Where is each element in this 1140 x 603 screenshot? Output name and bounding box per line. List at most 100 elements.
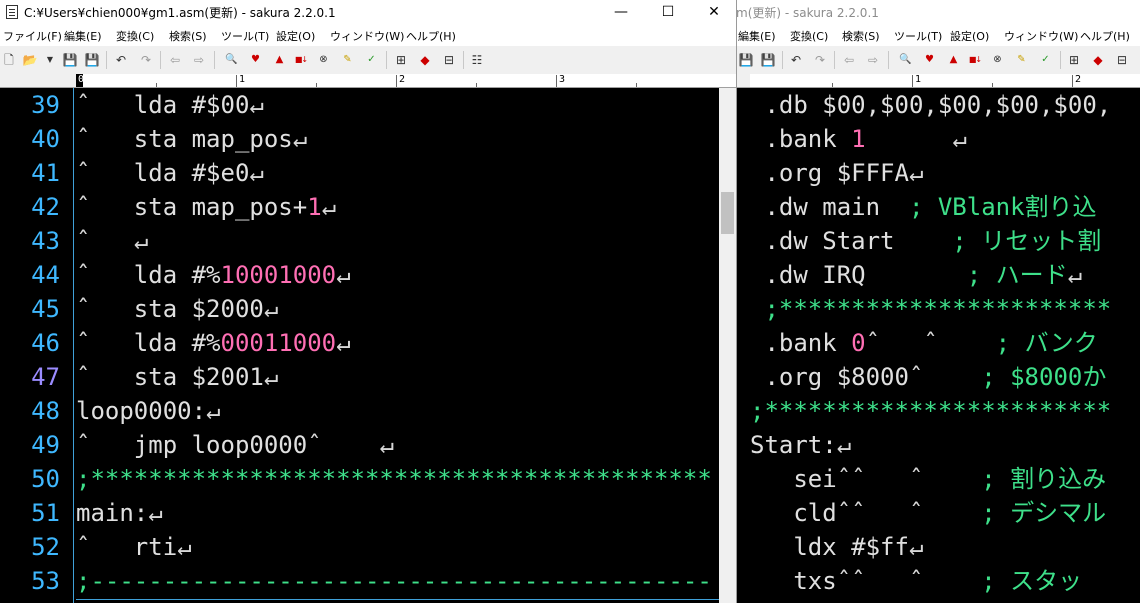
- menu-window[interactable]: ウィンドウ(W): [1004, 28, 1078, 44]
- menu-search[interactable]: 検索(S): [842, 28, 880, 44]
- menu-help[interactable]: ヘルプ(H): [1080, 28, 1130, 44]
- code-comment: ; ハード: [966, 261, 1068, 289]
- title-bar[interactable]: m(更新) - sakura 2.2.0.1: [736, 0, 1140, 24]
- code-line[interactable]: 52 ˆ rti↵: [0, 530, 719, 564]
- code-line[interactable]: 53 ;-------------------------------------…: [0, 564, 719, 598]
- menu-file[interactable]: ファイル(F): [3, 28, 62, 44]
- editor-window-left: C:¥Users¥chien000¥gm1.asm(更新) - sakura 2…: [0, 0, 736, 603]
- back-icon[interactable]: ⇦: [167, 52, 183, 68]
- line-number: 42: [31, 193, 60, 221]
- code-text: rti: [90, 533, 178, 561]
- whitespace-mark: ↵: [1067, 261, 1083, 289]
- new-file-icon[interactable]: 🗋: [1, 52, 17, 68]
- code-content: ˆ sta map_pos+1↵: [76, 190, 336, 224]
- bookmark-icon[interactable]: ◆: [417, 52, 433, 68]
- back-icon[interactable]: ⇦: [841, 52, 857, 68]
- compare-icon[interactable]: ⊟: [1114, 52, 1130, 68]
- save-all-icon[interactable]: 💾: [760, 52, 776, 68]
- outline-icon[interactable]: ⊞: [1066, 52, 1082, 68]
- outline-icon[interactable]: ⊞: [393, 52, 409, 68]
- search-highlight-icon[interactable]: ✎: [1011, 52, 1031, 68]
- code-text: sta map_pos+: [90, 193, 308, 221]
- redo-icon[interactable]: ↷: [138, 52, 154, 68]
- cursor-line-underline: [76, 599, 719, 600]
- code-text: lda #$e0: [90, 159, 250, 187]
- grep-icon[interactable]: ✓: [361, 52, 381, 68]
- vertical-scrollbar[interactable]: [719, 88, 736, 603]
- ruler-label: 1: [239, 74, 246, 85]
- grep-icon[interactable]: ✓: [1035, 52, 1055, 68]
- code-text: lda #%: [90, 261, 221, 289]
- search-next-icon[interactable]: ♥: [919, 52, 939, 68]
- code-number: 00011000: [220, 329, 337, 357]
- code-text: jmp loop0000: [90, 431, 308, 459]
- close-button[interactable]: ✕: [691, 0, 736, 24]
- whitespace-mark: ↵: [336, 261, 351, 289]
- code-content: seiˆˆ ˆ ; 割り込み: [750, 462, 1106, 496]
- bookmark-prev-icon[interactable]: ■↓: [965, 52, 985, 68]
- bookmark-icon[interactable]: ◆: [1090, 52, 1106, 68]
- replace-icon[interactable]: ⊗: [313, 52, 333, 68]
- undo-icon[interactable]: ↶: [113, 52, 129, 68]
- code-line[interactable]: 43 ˆ ↵: [0, 224, 719, 258]
- text-editor-right[interactable]: .db $00,$00,$00,$00,$00, .bank 1 ↵ .org …: [736, 88, 1140, 603]
- code-line[interactable]: 45 ˆ sta $2000↵: [0, 292, 719, 326]
- code-line[interactable]: 51 main:↵: [0, 496, 719, 530]
- code-line[interactable]: 49 ˆ jmp loop0000ˆ ↵: [0, 428, 719, 462]
- search-highlight-icon[interactable]: ✎: [337, 52, 357, 68]
- code-line[interactable]: 47 ˆ sta $2001↵: [0, 360, 719, 394]
- search-up-icon[interactable]: ▲: [269, 52, 289, 68]
- code-line[interactable]: 46 ˆ lda #%00011000↵: [0, 326, 719, 360]
- redo-icon[interactable]: ↷: [812, 52, 828, 68]
- menu-tools[interactable]: ツール(T): [894, 28, 942, 44]
- undo-icon[interactable]: ↶: [788, 52, 804, 68]
- bookmark-prev-icon[interactable]: ■↓: [291, 52, 311, 68]
- menu-help[interactable]: ヘルプ(H): [406, 28, 456, 44]
- code-line[interactable]: 48 loop0000:↵: [0, 394, 719, 428]
- replace-icon[interactable]: ⊗: [987, 52, 1007, 68]
- open-file-icon[interactable]: 📂: [22, 52, 38, 68]
- code-line[interactable]: 42 ˆ sta map_pos+1↵: [0, 190, 719, 224]
- menu-settings[interactable]: 設定(O): [950, 28, 989, 44]
- code-line[interactable]: 44 ˆ lda #%10001000↵: [0, 258, 719, 292]
- minimize-button[interactable]: —: [598, 0, 644, 24]
- whitespace-mark: ↵: [263, 363, 279, 391]
- save-icon[interactable]: 💾: [738, 52, 754, 68]
- compare-icon[interactable]: ⊟: [441, 52, 457, 68]
- code-line[interactable]: 39 ˆ lda #$00↵: [0, 88, 719, 122]
- title-bar[interactable]: C:¥Users¥chien000¥gm1.asm(更新) - sakura 2…: [0, 0, 736, 24]
- line-number: 51: [31, 499, 60, 527]
- code-comment: ; 割り込み: [981, 465, 1107, 493]
- menu-edit[interactable]: 編集(E): [738, 28, 776, 44]
- code-content: ;************************: [750, 394, 1111, 428]
- text-editor-left[interactable]: 39 ˆ lda #$00↵ 40 ˆ sta map_pos↵ 41 ˆ lda #$e…: [0, 88, 719, 603]
- forward-icon[interactable]: ⇨: [191, 52, 207, 68]
- search-next-icon[interactable]: ♥: [245, 52, 265, 68]
- forward-icon[interactable]: ⇨: [865, 52, 881, 68]
- search-up-icon[interactable]: ▲: [943, 52, 963, 68]
- menu-convert[interactable]: 変換(C): [790, 28, 828, 44]
- code-text: sta map_pos: [90, 125, 293, 153]
- menu-search[interactable]: 検索(S): [169, 28, 207, 44]
- chevron-down-icon[interactable]: ▼: [42, 52, 58, 68]
- menu-convert[interactable]: 変換(C): [116, 28, 154, 44]
- line-number: 45: [31, 295, 60, 323]
- function-keys-icon[interactable]: ☷: [469, 52, 485, 68]
- menu-tools[interactable]: ツール(T): [221, 28, 269, 44]
- menu-window[interactable]: ウィンドウ(W): [330, 28, 404, 44]
- maximize-button[interactable]: ☐: [645, 0, 691, 24]
- code-line[interactable]: 40 ˆ sta map_pos↵: [0, 122, 719, 156]
- menu-edit[interactable]: 編集(E): [64, 28, 102, 44]
- scrollbar-thumb[interactable]: [721, 192, 734, 234]
- code-line[interactable]: 41 ˆ lda #$e0↵: [0, 156, 719, 190]
- code-line[interactable]: 50 ;*************************************…: [0, 462, 719, 496]
- menu-settings[interactable]: 設定(O): [276, 28, 315, 44]
- whitespace-mark: ˆ: [923, 329, 938, 357]
- code-text: cld: [750, 499, 837, 527]
- search-prev-icon[interactable]: 🔍: [895, 52, 915, 68]
- save-icon[interactable]: 💾: [62, 52, 78, 68]
- search-prev-icon[interactable]: 🔍: [221, 52, 241, 68]
- save-all-icon[interactable]: 💾: [84, 52, 100, 68]
